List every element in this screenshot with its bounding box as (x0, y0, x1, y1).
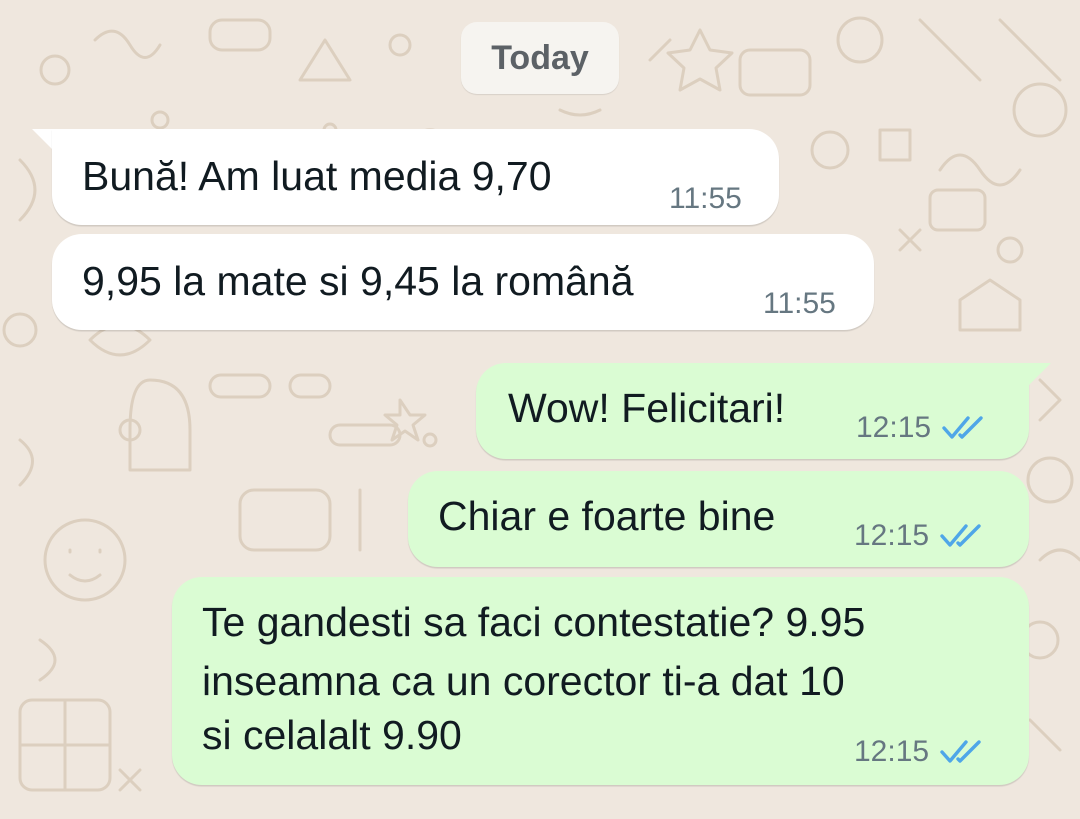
message-meta: 11:55 (763, 287, 836, 321)
date-separator-label: Today (491, 38, 589, 77)
message-meta: 11:55 (669, 182, 742, 216)
message-bubble-outgoing[interactable]: Chiar e foarte bine 12:15 (408, 471, 1029, 567)
message-time: 12:15 (854, 735, 930, 768)
message-text-line: inseamna ca un corector ti-a dat 10 (202, 658, 845, 704)
message-bubble-outgoing[interactable]: Te gandesti sa faci contestatie? 9.95 in… (172, 577, 1029, 785)
message-time: 11:55 (669, 182, 742, 215)
message-meta: 12:15 (856, 411, 987, 445)
message-text: Wow! Felicitari! (508, 385, 786, 431)
message-bubble-incoming[interactable]: 9,95 la mate si 9,45 la română 11:55 (52, 234, 874, 330)
double-check-icon (940, 740, 981, 763)
bubble-tail (1029, 363, 1051, 385)
message-time: 12:15 (854, 519, 930, 552)
message-text-line: si celalalt 9.90 (202, 712, 462, 758)
bubble-tail (32, 129, 54, 151)
message-text: Bună! Am luat media 9,70 (82, 153, 552, 199)
message-text-line: Te gandesti sa faci contestatie? 9.95 (202, 599, 866, 645)
double-check-icon (940, 524, 981, 547)
message-meta: 12:15 (854, 519, 985, 553)
message-bubble-outgoing[interactable]: Wow! Felicitari! 12:15 (476, 363, 1029, 459)
message-bubble-incoming[interactable]: Bună! Am luat media 9,70 11:55 (52, 129, 779, 225)
message-time: 12:15 (856, 411, 932, 444)
date-separator: Today (461, 22, 619, 94)
double-check-icon (942, 416, 983, 439)
message-meta: 12:15 (854, 735, 985, 769)
message-text: Chiar e foarte bine (438, 493, 776, 539)
message-time: 11:55 (763, 287, 836, 320)
message-text: 9,95 la mate si 9,45 la română (82, 258, 634, 304)
